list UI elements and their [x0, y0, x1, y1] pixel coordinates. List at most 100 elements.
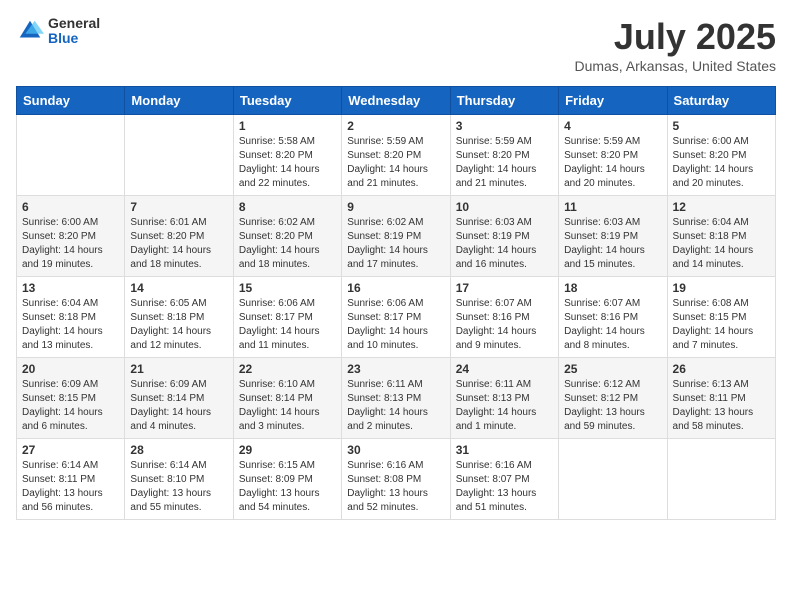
day-info: Sunrise: 6:16 AMSunset: 8:07 PMDaylight:…	[456, 459, 553, 515]
day-info: Sunrise: 6:11 AMSunset: 8:13 PMDaylight:…	[347, 378, 444, 434]
calendar-day-cell: 15 Sunrise: 6:06 AMSunset: 8:17 PMDayligh…	[233, 277, 341, 358]
day-number: 24	[456, 362, 553, 376]
day-number: 5	[673, 119, 770, 133]
day-number: 28	[130, 443, 227, 457]
calendar-week-row: 20Sunrise: 6:09 AMSunset: 8:15 PMDayligh…	[17, 358, 776, 439]
day-info: Sunrise: 6:00 AMSunset: 8:20 PMDaylight:…	[673, 135, 770, 191]
calendar-day-cell: 30 Sunrise: 6:16 AMSunset: 8:08 PMDayligh…	[342, 439, 450, 520]
day-number: 31	[456, 443, 553, 457]
calendar-day-cell: 25 Sunrise: 6:12 AMSunset: 8:12 PMDayligh…	[559, 358, 667, 439]
calendar-day-cell: 11 Sunrise: 6:03 AMSunset: 8:19 PMDayligh…	[559, 196, 667, 277]
day-info: Sunrise: 6:04 AMSunset: 8:18 PMDaylight:…	[22, 297, 119, 353]
logo-text: General Blue	[48, 16, 100, 47]
day-info: Sunrise: 6:03 AMSunset: 8:19 PMDaylight:…	[564, 216, 661, 272]
day-info: Sunrise: 5:59 AMSunset: 8:20 PMDaylight:…	[564, 135, 661, 191]
calendar-day-cell: 5 Sunrise: 6:00 AMSunset: 8:20 PMDaylight…	[667, 115, 775, 196]
calendar-day-cell: 28 Sunrise: 6:14 AMSunset: 8:10 PMDayligh…	[125, 439, 233, 520]
calendar-day-cell: 20Sunrise: 6:09 AMSunset: 8:15 PMDayligh…	[17, 358, 125, 439]
calendar-day-cell: 1 Sunrise: 5:58 AMSunset: 8:20 PMDaylight…	[233, 115, 341, 196]
day-info: Sunrise: 6:02 AMSunset: 8:19 PMDaylight:…	[347, 216, 444, 272]
weekday-header: Friday	[559, 87, 667, 115]
logo-blue: Blue	[48, 31, 100, 46]
calendar-day-cell: 26Sunrise: 6:13 AMSunset: 8:11 PMDayligh…	[667, 358, 775, 439]
day-number: 26	[673, 362, 770, 376]
day-number: 23	[347, 362, 444, 376]
day-number: 4	[564, 119, 661, 133]
calendar-day-cell: 22 Sunrise: 6:10 AMSunset: 8:14 PMDayligh…	[233, 358, 341, 439]
day-number: 22	[239, 362, 336, 376]
calendar-day-cell: 16 Sunrise: 6:06 AMSunset: 8:17 PMDayligh…	[342, 277, 450, 358]
logo: General Blue	[16, 16, 100, 47]
calendar-week-row: 6 Sunrise: 6:00 AMSunset: 8:20 PMDaylight…	[17, 196, 776, 277]
day-info: Sunrise: 5:59 AMSunset: 8:20 PMDaylight:…	[347, 135, 444, 191]
day-info: Sunrise: 6:02 AMSunset: 8:20 PMDaylight:…	[239, 216, 336, 272]
weekday-header: Tuesday	[233, 87, 341, 115]
day-info: Sunrise: 5:59 AMSunset: 8:20 PMDaylight:…	[456, 135, 553, 191]
day-info: Sunrise: 6:06 AMSunset: 8:17 PMDaylight:…	[239, 297, 336, 353]
calendar-day-cell: 21 Sunrise: 6:09 AMSunset: 8:14 PMDayligh…	[125, 358, 233, 439]
title-block: July 2025 Dumas, Arkansas, United States	[574, 16, 776, 74]
day-number: 6	[22, 200, 119, 214]
day-number: 15	[239, 281, 336, 295]
calendar-day-cell	[125, 115, 233, 196]
calendar-day-cell: 7Sunrise: 6:01 AMSunset: 8:20 PMDaylight…	[125, 196, 233, 277]
sub-title: Dumas, Arkansas, United States	[574, 58, 776, 74]
calendar-day-cell: 3 Sunrise: 5:59 AMSunset: 8:20 PMDaylight…	[450, 115, 558, 196]
calendar-day-cell	[17, 115, 125, 196]
calendar-week-row: 27Sunrise: 6:14 AMSunset: 8:11 PMDayligh…	[17, 439, 776, 520]
day-number: 8	[239, 200, 336, 214]
calendar-day-cell: 24 Sunrise: 6:11 AMSunset: 8:13 PMDayligh…	[450, 358, 558, 439]
calendar-day-cell: 13 Sunrise: 6:04 AMSunset: 8:18 PMDayligh…	[17, 277, 125, 358]
day-number: 17	[456, 281, 553, 295]
day-number: 12	[673, 200, 770, 214]
day-number: 3	[456, 119, 553, 133]
calendar-week-row: 13 Sunrise: 6:04 AMSunset: 8:18 PMDayligh…	[17, 277, 776, 358]
day-info: Sunrise: 6:16 AMSunset: 8:08 PMDaylight:…	[347, 459, 444, 515]
calendar-header-row: SundayMondayTuesdayWednesdayThursdayFrid…	[17, 87, 776, 115]
day-number: 13	[22, 281, 119, 295]
day-number: 16	[347, 281, 444, 295]
day-info: Sunrise: 6:14 AMSunset: 8:11 PMDaylight:…	[22, 459, 119, 515]
day-info: Sunrise: 6:10 AMSunset: 8:14 PMDaylight:…	[239, 378, 336, 434]
day-info: Sunrise: 6:11 AMSunset: 8:13 PMDaylight:…	[456, 378, 553, 434]
day-info: Sunrise: 6:08 AMSunset: 8:15 PMDaylight:…	[673, 297, 770, 353]
calendar-day-cell: 19 Sunrise: 6:08 AMSunset: 8:15 PMDayligh…	[667, 277, 775, 358]
day-number: 29	[239, 443, 336, 457]
day-number: 25	[564, 362, 661, 376]
calendar-day-cell: 12 Sunrise: 6:04 AMSunset: 8:18 PMDayligh…	[667, 196, 775, 277]
calendar-day-cell: 27Sunrise: 6:14 AMSunset: 8:11 PMDayligh…	[17, 439, 125, 520]
weekday-header: Saturday	[667, 87, 775, 115]
day-info: Sunrise: 6:12 AMSunset: 8:12 PMDaylight:…	[564, 378, 661, 434]
day-number: 21	[130, 362, 227, 376]
calendar-week-row: 1 Sunrise: 5:58 AMSunset: 8:20 PMDaylight…	[17, 115, 776, 196]
day-info: Sunrise: 6:14 AMSunset: 8:10 PMDaylight:…	[130, 459, 227, 515]
weekday-header: Wednesday	[342, 87, 450, 115]
calendar-day-cell: 23 Sunrise: 6:11 AMSunset: 8:13 PMDayligh…	[342, 358, 450, 439]
main-title: July 2025	[574, 16, 776, 58]
calendar-table: SundayMondayTuesdayWednesdayThursdayFrid…	[16, 86, 776, 520]
day-info: Sunrise: 5:58 AMSunset: 8:20 PMDaylight:…	[239, 135, 336, 191]
day-info: Sunrise: 6:01 AMSunset: 8:20 PMDaylight:…	[130, 216, 227, 272]
day-number: 19	[673, 281, 770, 295]
weekday-header: Monday	[125, 87, 233, 115]
day-info: Sunrise: 6:09 AMSunset: 8:14 PMDaylight:…	[130, 378, 227, 434]
day-info: Sunrise: 6:15 AMSunset: 8:09 PMDaylight:…	[239, 459, 336, 515]
day-info: Sunrise: 6:00 AMSunset: 8:20 PMDaylight:…	[22, 216, 119, 272]
logo-icon	[16, 17, 44, 45]
calendar-day-cell: 6 Sunrise: 6:00 AMSunset: 8:20 PMDaylight…	[17, 196, 125, 277]
calendar-day-cell: 10Sunrise: 6:03 AMSunset: 8:19 PMDayligh…	[450, 196, 558, 277]
calendar-day-cell	[559, 439, 667, 520]
calendar-day-cell: 29 Sunrise: 6:15 AMSunset: 8:09 PMDayligh…	[233, 439, 341, 520]
day-number: 18	[564, 281, 661, 295]
day-info: Sunrise: 6:05 AMSunset: 8:18 PMDaylight:…	[130, 297, 227, 353]
day-info: Sunrise: 6:07 AMSunset: 8:16 PMDaylight:…	[564, 297, 661, 353]
day-info: Sunrise: 6:06 AMSunset: 8:17 PMDaylight:…	[347, 297, 444, 353]
day-number: 10	[456, 200, 553, 214]
logo-general: General	[48, 16, 100, 31]
day-info: Sunrise: 6:04 AMSunset: 8:18 PMDaylight:…	[673, 216, 770, 272]
day-number: 1	[239, 119, 336, 133]
day-number: 30	[347, 443, 444, 457]
day-number: 2	[347, 119, 444, 133]
calendar-day-cell: 4 Sunrise: 5:59 AMSunset: 8:20 PMDaylight…	[559, 115, 667, 196]
day-number: 11	[564, 200, 661, 214]
